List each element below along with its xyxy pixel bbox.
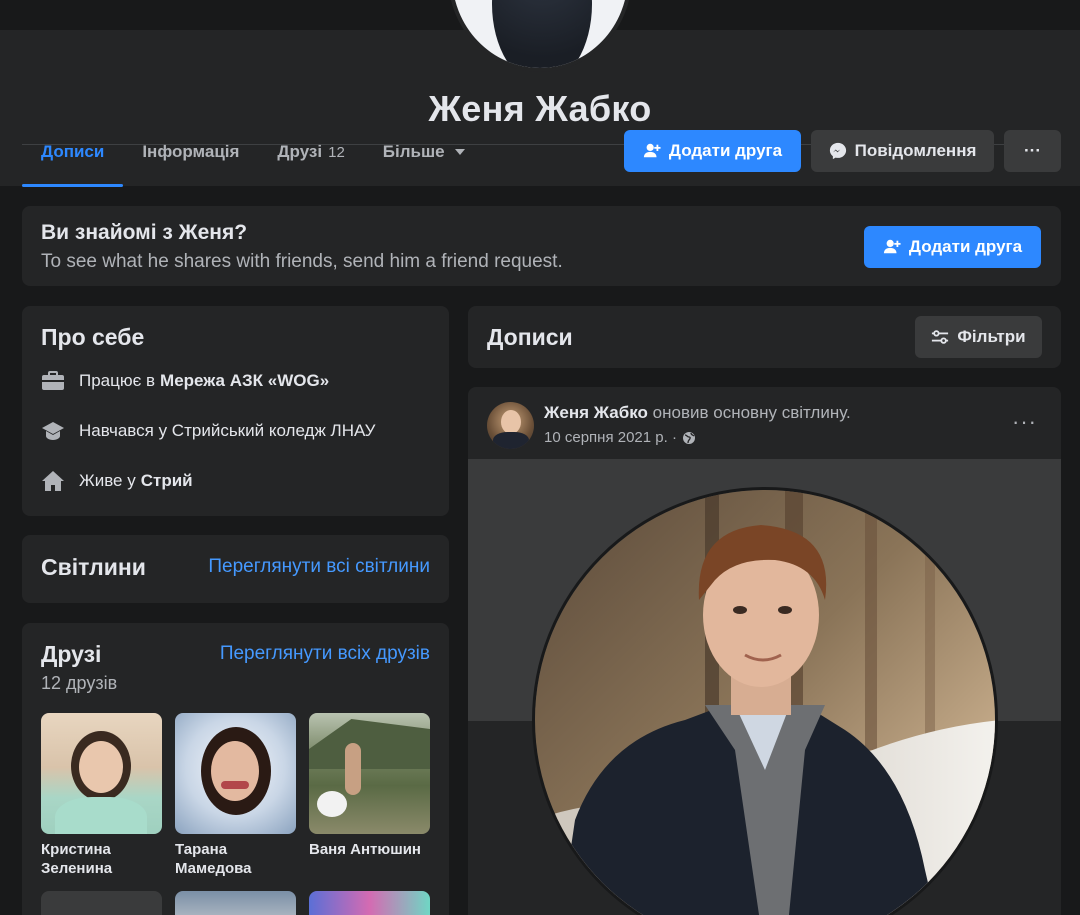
filters-button[interactable]: Фільтри [915, 316, 1042, 358]
tab-friends-label: Друзі [277, 142, 323, 161]
friend-photo[interactable] [41, 891, 162, 915]
add-friend-card-button[interactable]: Додати друга [864, 226, 1041, 268]
about-education-text: Навчався у Стрийський коледж ЛНАУ [79, 421, 376, 440]
filters-label: Фільтри [957, 327, 1026, 346]
profile-photo[interactable] [532, 487, 998, 915]
friend-name[interactable]: Ваня Антюшин [309, 840, 430, 859]
tab-friends[interactable]: Друзі 12 [258, 130, 363, 174]
posts-header: Дописи Фільтри [468, 306, 1061, 368]
friend-name[interactable]: Тарана Мамедова [175, 840, 296, 878]
add-friend-button[interactable]: Додати друга [624, 130, 801, 172]
post-date[interactable]: 10 серпня 2021 р. · [544, 429, 677, 446]
friend-photo[interactable] [175, 713, 296, 834]
message-button[interactable]: Повідомлення [811, 130, 994, 172]
add-friend-label: Додати друга [668, 141, 783, 160]
profile-photo-illustration [535, 490, 995, 915]
see-all-friends-link[interactable]: Переглянути всіх друзів [220, 643, 430, 665]
post-options-icon[interactable]: ··· [1012, 409, 1037, 435]
post-header-text: Женя Жабко оновив основну світлину. [544, 403, 851, 423]
friend-photo[interactable] [309, 891, 430, 915]
about-location: Живе у Стрий [41, 468, 193, 494]
globe-icon [682, 431, 695, 444]
post-card: Женя Жабко оновив основну світлину. 10 с… [468, 387, 1061, 915]
tab-more[interactable]: Більше [364, 130, 484, 174]
about-work-text: Працює в [79, 371, 156, 390]
photos-title: Світлини [41, 554, 146, 580]
friend-photo[interactable] [309, 713, 430, 834]
tab-friends-count: 12 [328, 143, 345, 161]
friend-photo[interactable] [41, 713, 162, 834]
about-work: Працює в Мережа АЗК «WOG» [41, 368, 329, 394]
posts-title: Дописи [487, 324, 573, 350]
friend-card[interactable]: Ваня Антюшин [309, 713, 430, 859]
friend-card[interactable]: Кристина Зеленина [41, 713, 162, 878]
caret-down-icon [454, 149, 465, 155]
profile-name: Женя Жабко [428, 88, 652, 129]
post-author-name[interactable]: Женя Жабко [544, 403, 648, 422]
friend-request-title: Ви знайомі з Женя? [41, 221, 248, 244]
more-dots-icon: ··· [1024, 141, 1041, 160]
messenger-icon [829, 142, 846, 160]
tab-info[interactable]: Інформація [123, 130, 258, 174]
friend-request-subtitle: To see what he shares with friends, send… [41, 251, 563, 272]
about-education: Навчався у Стрийський коледж ЛНАУ [41, 418, 375, 444]
add-friend-icon [883, 239, 901, 254]
about-title: Про себе [41, 324, 145, 350]
tab-posts[interactable]: Дописи [22, 130, 124, 187]
add-friend-card-label: Додати друга [908, 237, 1023, 256]
message-label: Повідомлення [854, 141, 977, 160]
about-location-city[interactable]: Стрий [141, 471, 193, 491]
briefcase-icon [41, 370, 65, 392]
friend-request-card: Ви знайомі з Женя? To see what he shares… [22, 206, 1061, 286]
friend-photo[interactable] [175, 891, 296, 915]
add-friend-icon [643, 143, 661, 158]
post-action: оновив основну світлину. [652, 403, 851, 422]
friend-card[interactable]: Тарана Мамедова [175, 713, 296, 878]
friends-card: Друзі 12 друзів Переглянути всіх друзів … [22, 623, 449, 915]
graduation-cap-icon [41, 420, 65, 442]
post-meta: 10 серпня 2021 р. · [544, 429, 696, 446]
filter-icon [932, 330, 949, 344]
tab-info-label: Інформація [142, 142, 240, 161]
about-work-employer[interactable]: Мережа АЗК «WOG» [160, 371, 329, 391]
friend-name[interactable]: Кристина Зеленина [41, 840, 162, 878]
post-author-avatar[interactable] [487, 402, 534, 449]
friends-count: 12 друзів [41, 673, 118, 693]
friends-title: Друзі [41, 641, 102, 667]
more-options-button[interactable]: ··· [1004, 130, 1061, 172]
profile-avatar[interactable] [448, 0, 632, 72]
tab-posts-label: Дописи [41, 142, 105, 161]
about-card: Про себе Працює в Мережа АЗК «WOG» Навчав… [22, 306, 449, 516]
home-icon [41, 470, 65, 492]
about-location-text: Живе у [79, 471, 136, 490]
profile-tabs: Дописи Інформація Друзі 12 Більше [22, 130, 484, 187]
see-all-photos-link[interactable]: Переглянути всі світлини [208, 556, 430, 578]
photos-card: Світлини Переглянути всі світлини [22, 535, 449, 603]
post-image[interactable] [468, 459, 1061, 915]
tab-more-label: Більше [382, 142, 445, 161]
